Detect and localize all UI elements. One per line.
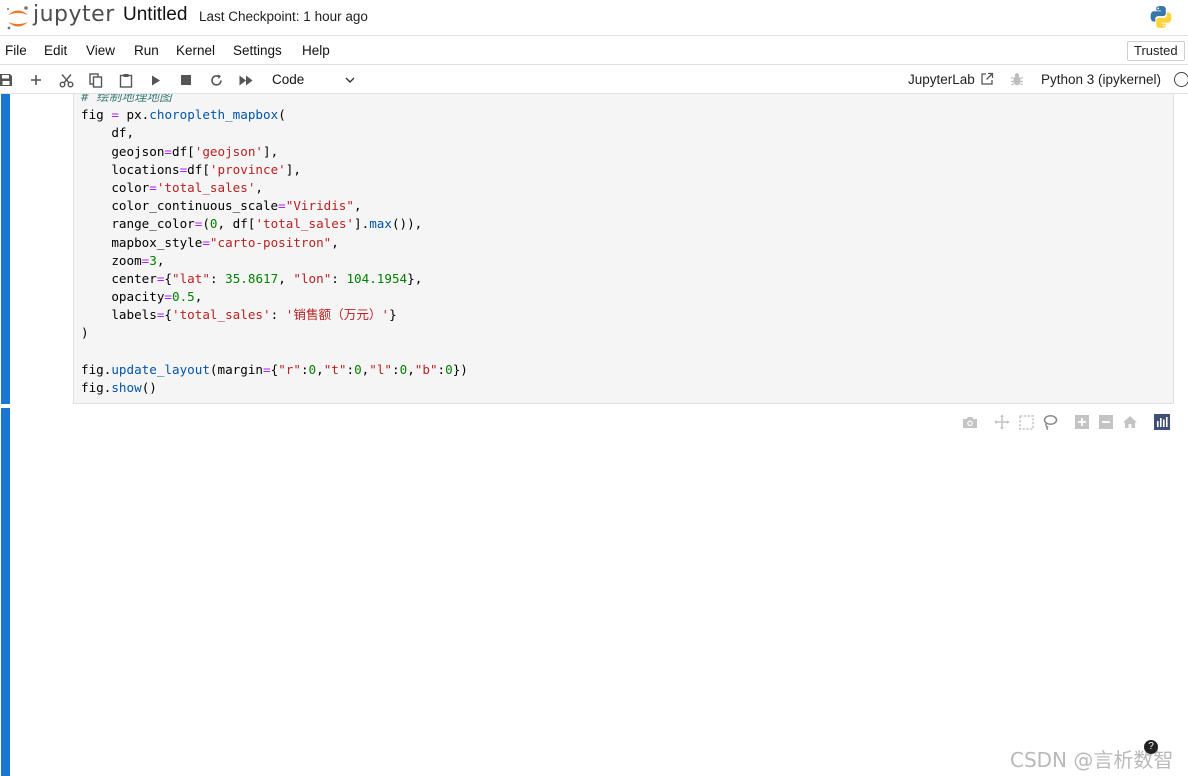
kernel-name[interactable]: Python 3 (ipykernel) [1041, 72, 1161, 87]
menu-file[interactable]: File [5, 43, 27, 58]
code-line: # 绘制地理地图 [81, 94, 172, 104]
stop-icon[interactable] [177, 71, 195, 89]
code-line: mapbox_style="carto-positron", [81, 234, 339, 250]
code-line: fig.update_layout(margin={"r":0,"t":0,"l… [81, 361, 468, 377]
code-line: color_continuous_scale="Viridis", [81, 198, 362, 214]
code-line: fig.show() [81, 380, 157, 395]
code-lines: # 绘制地理地图 fig = px.choropleth_mapbox( df, … [81, 94, 468, 397]
cell-type-select[interactable]: Code [264, 69, 360, 91]
code-line: fig = px.choropleth_mapbox( [81, 107, 286, 123]
code-line: labels={'total_sales': '销售额（万元）'} [81, 307, 397, 323]
top-header: jupyter Untitled Last Checkpoint: 1 hour… [0, 0, 1188, 36]
external-link-icon[interactable] [980, 72, 994, 86]
run-icon[interactable] [147, 71, 165, 89]
plotly-modebar [958, 414, 1174, 430]
paste-icon[interactable] [117, 71, 135, 89]
menu-settings[interactable]: Settings [233, 43, 282, 58]
menubar: File Edit View Run Kernel Settings Help … [0, 37, 1188, 65]
jupyter-brand: jupyter [33, 2, 115, 27]
code-line: ) [81, 325, 89, 341]
menu-help[interactable]: Help [302, 43, 330, 58]
copy-icon[interactable] [87, 71, 105, 89]
code-line: geojson=df['geojson'], [81, 143, 279, 159]
jupyterlab-link[interactable]: JupyterLab [908, 72, 975, 87]
camera-icon[interactable] [958, 414, 982, 430]
menu-edit[interactable]: Edit [44, 43, 67, 58]
code-line: locations=df['province'], [81, 161, 301, 177]
code-line: range_color=(0, df['total_sales'].max())… [81, 216, 423, 232]
menu-run[interactable]: Run [134, 43, 159, 58]
cell-type-value: Code [272, 72, 305, 87]
code-line: color='total_sales', [81, 179, 264, 195]
cell-output-area [73, 408, 1174, 776]
zoom-in-icon[interactable] [1070, 414, 1094, 430]
help-icon[interactable]: ? [1144, 740, 1158, 754]
cell-collapser-1[interactable] [1, 94, 10, 404]
menu-view[interactable]: View [86, 43, 115, 58]
code-line: zoom=3, [81, 252, 165, 268]
plotly-logo-icon[interactable] [1150, 414, 1174, 430]
debugger-bug-icon[interactable] [1010, 72, 1024, 87]
run-all-icon[interactable] [237, 71, 255, 89]
box-select-icon[interactable] [1014, 414, 1038, 430]
cut-icon[interactable] [57, 71, 75, 89]
save-icon[interactable] [0, 71, 15, 89]
code-cell-editor[interactable]: # 绘制地理地图 fig = px.choropleth_mapbox( df, … [73, 94, 1174, 404]
add-cell-icon[interactable] [27, 71, 45, 89]
notebook-title[interactable]: Untitled [123, 4, 187, 26]
trusted-indicator[interactable]: Trusted [1127, 41, 1185, 61]
cell-collapser-2[interactable] [1, 408, 10, 776]
code-line: df, [81, 125, 135, 141]
menu-kernel[interactable]: Kernel [176, 43, 215, 58]
jupyter-logo-icon[interactable] [4, 4, 32, 32]
reset-home-icon[interactable] [1118, 414, 1142, 430]
last-checkpoint: Last Checkpoint: 1 hour ago [199, 9, 368, 24]
chevron-down-icon [345, 77, 355, 83]
notebook-toolbar: Code JupyterLab Python 3 (ipykernel) [0, 66, 1188, 94]
kernel-status-idle-icon [1174, 72, 1188, 87]
zoom-out-icon[interactable] [1094, 414, 1118, 430]
code-line: opacity=0.5, [81, 289, 203, 305]
lasso-select-icon[interactable] [1038, 414, 1062, 430]
code-line: center={"lat": 35.8617, "lon": 104.1954}… [81, 270, 423, 286]
pan-icon[interactable] [990, 414, 1014, 430]
python-logo-icon [1150, 6, 1172, 28]
restart-icon[interactable] [207, 71, 225, 89]
